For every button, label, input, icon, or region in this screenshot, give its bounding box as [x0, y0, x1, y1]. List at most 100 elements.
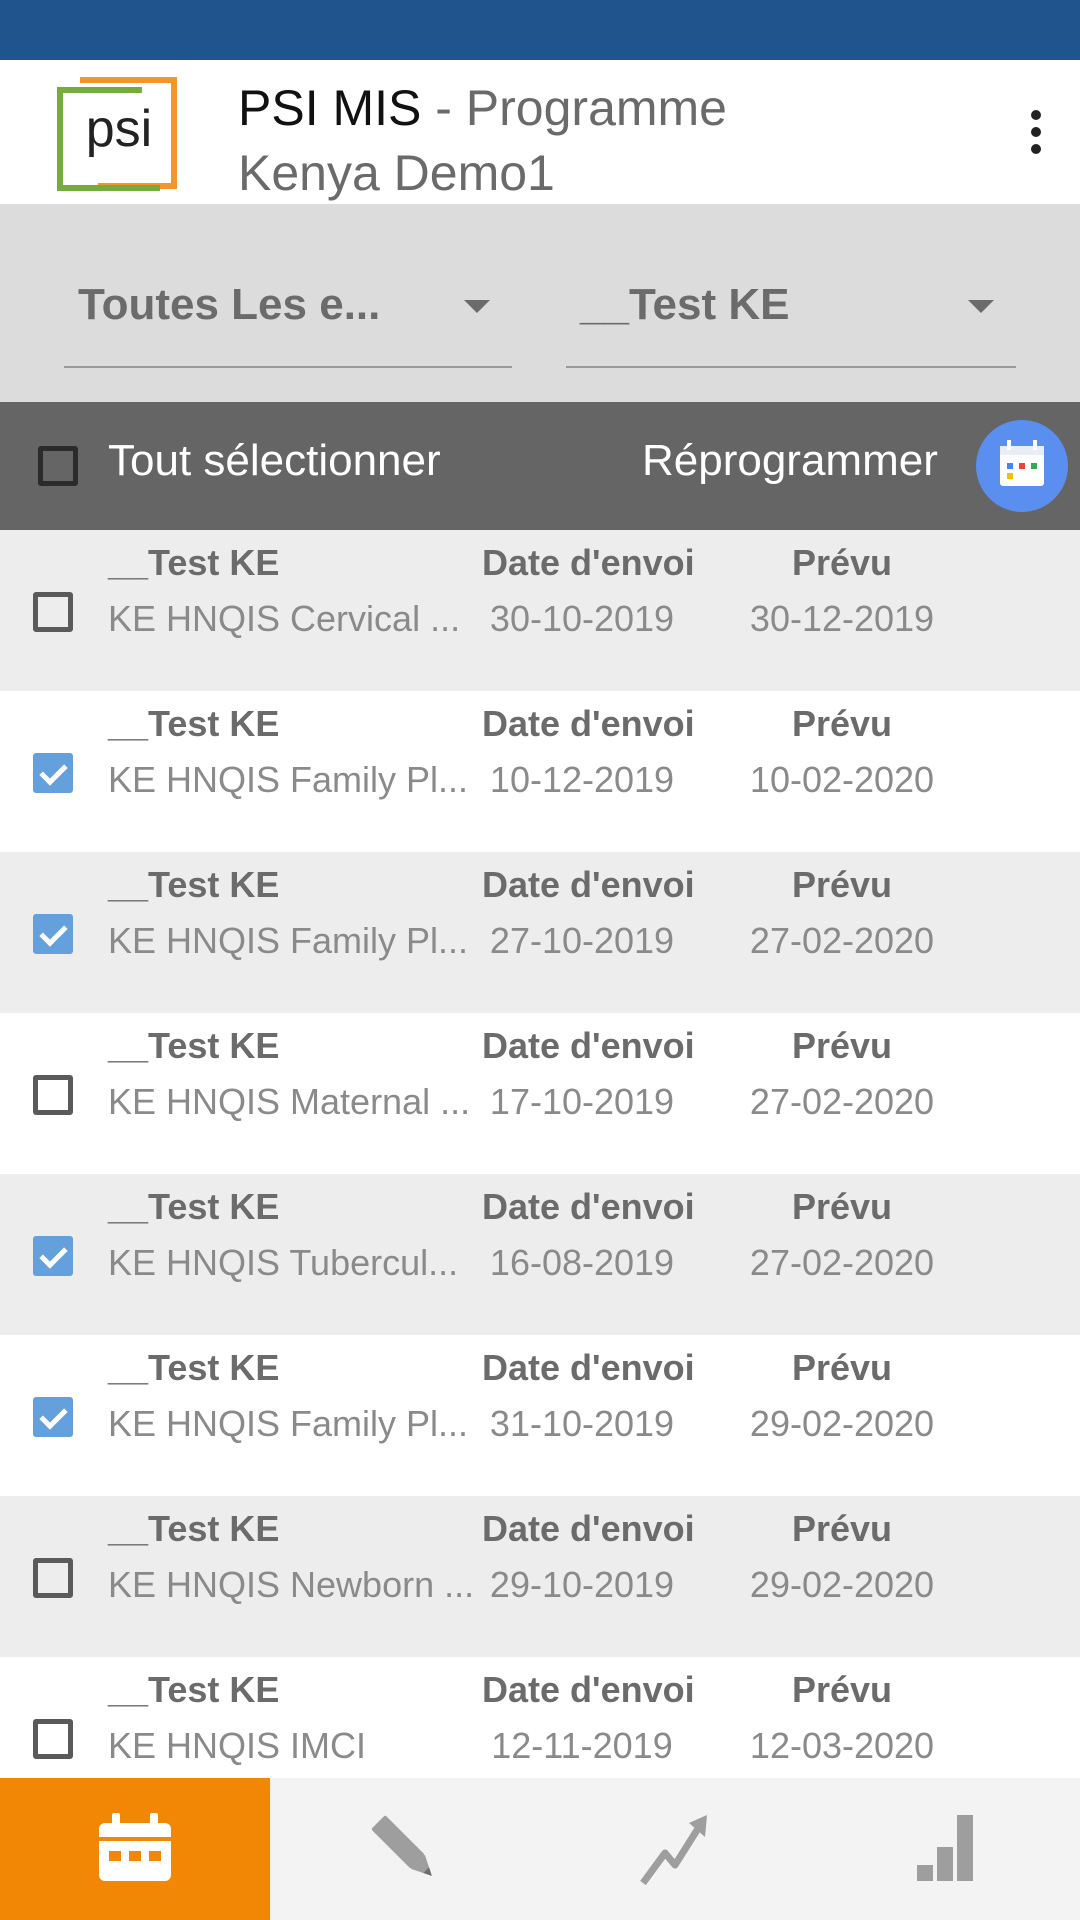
row-program: KE HNQIS Cervical ...: [108, 598, 461, 639]
row-program: KE HNQIS Family Pl...: [108, 920, 469, 961]
calendar-icon: [1000, 440, 1044, 486]
tab-stats[interactable]: [810, 1778, 1080, 1920]
status-bar: [0, 0, 1080, 60]
survey-row[interactable]: __Test KE KE HNQIS Family Pl... Date d'env…: [0, 691, 1080, 852]
checkmark-icon: [39, 757, 68, 786]
org-unit-filter-dropdown[interactable]: __Test KE: [566, 262, 1016, 368]
row-due-date: 30-12-2019: [749, 598, 935, 639]
survey-row[interactable]: __Test KE KE HNQIS Tubercul... Date d'envo…: [0, 1174, 1080, 1335]
tab-assess[interactable]: [270, 1778, 540, 1920]
row-program: KE HNQIS Family Pl...: [108, 759, 469, 800]
row-date-sent-header: Date d'envoi: [482, 1669, 695, 1710]
row-due-date: 29-02-2020: [749, 1564, 935, 1605]
row-due-header: Prévu: [791, 1347, 893, 1388]
row-program: KE HNQIS Family Pl...: [108, 1403, 469, 1444]
svg-text:psi: psi: [86, 100, 152, 158]
row-date-sent-header: Date d'envoi: [482, 1347, 695, 1388]
more-options-icon[interactable]: [1018, 102, 1054, 162]
row-date-sent: 30-10-2019: [489, 598, 675, 639]
row-program: KE HNQIS IMCI: [108, 1725, 367, 1766]
row-date-sent: 10-12-2019: [489, 759, 675, 800]
row-org-unit: __Test KE: [108, 1669, 280, 1710]
row-date-sent-header: Date d'envoi: [482, 864, 695, 905]
checkmark-icon: [39, 1401, 68, 1430]
row-checkbox[interactable]: [33, 1236, 73, 1276]
row-org-unit: __Test KE: [108, 864, 280, 905]
row-checkbox[interactable]: [33, 1075, 73, 1115]
row-due-header: Prévu: [791, 864, 893, 905]
survey-row[interactable]: __Test KE KE HNQIS Newborn ... Date d'envo…: [0, 1496, 1080, 1657]
row-due-header: Prévu: [791, 1025, 893, 1066]
program-filter-value: Toutes Les e...: [78, 280, 381, 329]
app-title: PSI MIS - Programme: [238, 70, 727, 146]
filter-bar: Toutes Les e... __Test KE: [0, 204, 1080, 402]
trend-icon: [640, 1815, 707, 1886]
survey-row[interactable]: __Test KE KE HNQIS Family Pl... Date d'env…: [0, 852, 1080, 1013]
row-checkbox[interactable]: [33, 1719, 73, 1759]
row-due-date: 10-02-2020: [749, 759, 935, 800]
row-due-header: Prévu: [791, 1669, 893, 1710]
chevron-down-icon: [968, 300, 994, 313]
org-unit-filter-value: __Test KE: [580, 280, 790, 329]
row-checkbox[interactable]: [33, 753, 73, 793]
row-due-header: Prévu: [791, 542, 893, 583]
row-due-header: Prévu: [791, 1186, 893, 1227]
row-due-date: 27-02-2020: [749, 920, 935, 961]
row-date-sent-header: Date d'envoi: [482, 1025, 695, 1066]
pencil-icon: [371, 1815, 432, 1876]
checkmark-icon: [39, 1240, 68, 1269]
row-org-unit: __Test KE: [108, 1025, 280, 1066]
chevron-down-icon: [464, 300, 490, 313]
row-date-sent: 27-10-2019: [489, 920, 675, 961]
row-due-date: 27-02-2020: [749, 1242, 935, 1283]
reschedule-label[interactable]: Réprogrammer: [642, 436, 938, 486]
row-date-sent: 29-10-2019: [489, 1564, 675, 1605]
row-checkbox[interactable]: [33, 1397, 73, 1437]
row-checkbox[interactable]: [33, 592, 73, 632]
calendar-icon: [99, 1813, 171, 1881]
survey-row[interactable]: __Test KE KE HNQIS Maternal ... Date d'env…: [0, 1013, 1080, 1174]
row-date-sent-header: Date d'envoi: [482, 542, 695, 583]
row-date-sent-header: Date d'envoi: [482, 1508, 695, 1549]
row-org-unit: __Test KE: [108, 703, 280, 744]
bottom-nav: [0, 1778, 1080, 1920]
row-due-header: Prévu: [791, 703, 893, 744]
row-due-date: 27-02-2020: [749, 1081, 935, 1122]
row-program: KE HNQIS Newborn ...: [108, 1564, 475, 1605]
row-date-sent: 12-11-2019: [491, 1725, 673, 1766]
app-header: psi PSI MIS - Programme Kenya Demo1: [0, 60, 1080, 204]
row-program: KE HNQIS Maternal ...: [108, 1081, 471, 1122]
tab-improve[interactable]: [540, 1778, 810, 1920]
row-program: KE HNQIS Tubercul...: [108, 1242, 459, 1283]
survey-list: __Test KE KE HNQIS Cervical ... Date d'env…: [0, 530, 1080, 1778]
row-org-unit: __Test KE: [108, 1508, 280, 1549]
action-bar: Tout sélectionner Réprogrammer: [0, 402, 1080, 530]
row-org-unit: __Test KE: [108, 1186, 280, 1227]
survey-row[interactable]: __Test KE KE HNQIS Cervical ... Date d'env…: [0, 530, 1080, 691]
row-due-header: Prévu: [791, 1508, 893, 1549]
bar-chart-icon: [917, 1815, 973, 1881]
survey-row[interactable]: __Test KE KE HNQIS Family Pl... Date d'env…: [0, 1335, 1080, 1496]
select-all-label[interactable]: Tout sélectionner: [108, 436, 441, 486]
app-name: PSI MIS: [238, 80, 422, 136]
row-date-sent: 31-10-2019: [489, 1403, 675, 1444]
survey-row[interactable]: __Test KE KE HNQIS IMCI Date d'envoi 12-11-…: [0, 1657, 1080, 1778]
row-date-sent: 16-08-2019: [489, 1242, 675, 1283]
program-filter-dropdown[interactable]: Toutes Les e...: [64, 262, 512, 368]
reschedule-button[interactable]: [976, 420, 1068, 512]
tab-schedule[interactable]: [0, 1778, 270, 1920]
row-checkbox[interactable]: [33, 914, 73, 954]
app-title-suffix: - Programme: [421, 80, 727, 136]
row-org-unit: __Test KE: [108, 542, 280, 583]
row-date-sent-header: Date d'envoi: [482, 1186, 695, 1227]
row-org-unit: __Test KE: [108, 1347, 280, 1388]
app-subtitle: Kenya Demo1: [238, 145, 555, 201]
row-date-sent: 17-10-2019: [489, 1081, 675, 1122]
psi-logo: psi: [56, 74, 182, 194]
row-due-date: 29-02-2020: [749, 1403, 935, 1444]
select-all-checkbox[interactable]: [38, 446, 78, 486]
row-date-sent-header: Date d'envoi: [482, 703, 695, 744]
row-due-date: 12-03-2020: [749, 1725, 935, 1766]
checkmark-icon: [39, 918, 68, 947]
row-checkbox[interactable]: [33, 1558, 73, 1598]
